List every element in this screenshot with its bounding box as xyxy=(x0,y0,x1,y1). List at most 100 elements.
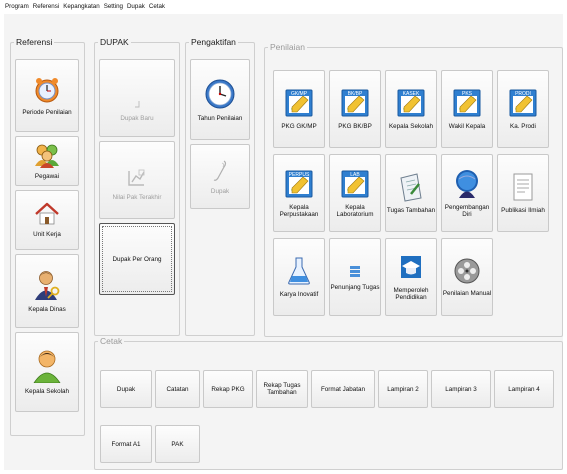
pegawai-button[interactable]: Pegawai xyxy=(15,136,79,186)
unit-kerja-label: Unit Kerja xyxy=(33,231,61,238)
menu-setting[interactable]: Setting xyxy=(104,3,123,10)
nilai-pak-terakhir-button[interactable]: Nilai Pak Terakhir xyxy=(99,141,175,219)
document-icon xyxy=(511,172,535,202)
cetak-dupak-label: Dupak xyxy=(116,385,136,393)
publikasi-ilmiah-label: Publikasi Ilmiah xyxy=(501,207,545,214)
penilaian-manual-label: Penilaian Manual xyxy=(442,290,492,297)
cetak-format-a1-button[interactable]: Format A1 xyxy=(100,425,152,463)
businessman-key-icon xyxy=(33,269,61,301)
dupak-baru-button[interactable]: Dupak Baru xyxy=(99,59,175,137)
kepala-perpustakaan-button[interactable]: PERPUS Kepala Perpustakaan xyxy=(273,154,325,232)
kepala-sekolah-button[interactable]: KASEK Kepala Sekolah xyxy=(385,70,437,148)
cetak-lampiran-4-button[interactable]: Lampiran 4 xyxy=(494,370,554,408)
menu-program[interactable]: Program xyxy=(5,3,29,10)
dupak-title: DUPAK xyxy=(100,37,129,47)
alarm-clock-icon xyxy=(34,76,60,104)
svg-text:PKS: PKS xyxy=(462,91,473,97)
memperoleh-pendidikan-label: Memperoleh Pendidikan xyxy=(393,286,429,301)
kepala-sekolah-ref-button[interactable]: Kepala Sekolah xyxy=(15,332,79,412)
ka-prodi-label: Ka. Prodi xyxy=(510,123,536,130)
cetak-format-jabatan-label: Format Jabatan xyxy=(320,385,366,393)
people-group-icon xyxy=(33,142,61,168)
cetak-lampiran-4-label: Lampiran 4 xyxy=(508,385,540,393)
pencil-icon xyxy=(211,159,229,183)
memperoleh-pendidikan-button[interactable]: Memperoleh Pendidikan xyxy=(385,238,437,316)
cetak-lampiran-3-button[interactable]: Lampiran 3 xyxy=(431,370,491,408)
karya-inovatif-button[interactable]: Karya Inovatif xyxy=(273,238,325,316)
kepala-perpustakaan-label: Kepala Perpustakaan xyxy=(279,203,319,218)
pengembangan-diri-button[interactable]: Pengembangan Diri xyxy=(441,154,493,232)
menu-bar: Program Referensi Kepangkatan Setting Du… xyxy=(0,0,567,12)
document-edit-icon xyxy=(397,172,425,202)
referensi-title: Referensi xyxy=(16,37,53,47)
periode-penilaian-label: Periode Penilaian xyxy=(22,108,72,116)
cetak-catatan-button[interactable]: Catatan xyxy=(155,370,200,408)
pkg-bk-bp-button[interactable]: BK/BP PKG BK/BP xyxy=(329,70,381,148)
pengembangan-diri-label: Pengembangan Diri xyxy=(444,203,490,218)
svg-text:GK/MP: GK/MP xyxy=(291,91,308,97)
dupak-aktif-button[interactable]: Dupak xyxy=(190,144,250,209)
house-icon xyxy=(34,202,60,226)
flask-icon xyxy=(287,256,311,286)
svg-text:LAB: LAB xyxy=(350,172,360,178)
kepala-sekolah-label: Kepala Sekolah xyxy=(388,123,434,130)
penilaian-manual-button[interactable]: Penilaian Manual xyxy=(441,238,493,316)
certificate-icon: BK/BP xyxy=(340,88,370,118)
cetak-format-a1-label: Format A1 xyxy=(111,440,141,448)
certificate-icon: GK/MP xyxy=(284,88,314,118)
user-green-icon xyxy=(32,349,62,383)
pegawai-label: Pegawai xyxy=(34,173,60,180)
person-globe-icon xyxy=(453,169,481,199)
kepala-dinas-label: Kepala Dinas xyxy=(28,306,66,313)
dupak-per-orang-label: Dupak Per Orang xyxy=(112,255,162,263)
cetak-lampiran-2-button[interactable]: Lampiran 2 xyxy=(378,370,428,408)
certificate-icon: PKS xyxy=(452,88,482,118)
new-document-icon xyxy=(132,100,142,110)
menu-kepangkatan[interactable]: Kepangkatan xyxy=(63,3,99,10)
graduation-cap-icon xyxy=(398,254,424,282)
cetak-lampiran-3-label: Lampiran 3 xyxy=(445,385,477,393)
cetak-catatan-label: Catatan xyxy=(166,385,189,393)
dupak-aktif-label: Dupak xyxy=(210,187,230,195)
cetak-rekap-pkg-button[interactable]: Rekap PKG xyxy=(203,370,253,408)
kepala-laboratorium-button[interactable]: LAB Kepala Laboratorium xyxy=(329,154,381,232)
publikasi-ilmiah-button[interactable]: Publikasi Ilmiah xyxy=(497,154,549,232)
tahun-penilaian-button[interactable]: Tahun Penilaian xyxy=(190,59,250,140)
penunjang-tugas-label: Penunjang Tugas xyxy=(330,284,380,291)
ruler-icon xyxy=(126,167,148,189)
penilaian-title: Penilaian xyxy=(270,42,305,52)
svg-text:BK/BP: BK/BP xyxy=(348,91,363,97)
periode-penilaian-button[interactable]: Periode Penilaian xyxy=(15,59,79,132)
tugas-tambahan-button[interactable]: Tugas Tambahan xyxy=(385,154,437,232)
pengaktifan-title: Pengaktifan xyxy=(191,37,236,47)
menu-cetak[interactable]: Cetak xyxy=(149,3,165,10)
penunjang-tugas-button[interactable]: Penunjang Tugas xyxy=(329,238,381,316)
pkg-gk-mp-button[interactable]: GK/MP PKG GK/MP xyxy=(273,70,325,148)
ka-prodi-button[interactable]: PRODI Ka. Prodi xyxy=(497,70,549,148)
cetak-rekap-tugas-tambahan-button[interactable]: Rekap Tugas Tambahan xyxy=(256,370,308,408)
cetak-title: Cetak xyxy=(100,336,123,346)
tugas-tambahan-label: Tugas Tambahan xyxy=(386,207,436,214)
nilai-pak-terakhir-label: Nilai Pak Terakhir xyxy=(112,194,162,201)
wakil-kepala-button[interactable]: PKS Wakil Kepala xyxy=(441,70,493,148)
menu-referensi[interactable]: Referensi xyxy=(33,3,59,10)
kepala-sekolah-ref-label: Kepala Sekolah xyxy=(24,388,70,395)
dupak-per-orang-button[interactable]: Dupak Per Orang xyxy=(99,223,175,295)
main-window: Referensi Periode Penilaian Pegawai Unit… xyxy=(4,14,563,470)
wakil-kepala-label: Wakil Kepala xyxy=(448,123,486,130)
pkg-bk-bp-label: PKG BK/BP xyxy=(338,123,372,130)
cetak-format-jabatan-button[interactable]: Format Jabatan xyxy=(311,370,375,408)
kepala-dinas-button[interactable]: Kepala Dinas xyxy=(15,254,79,328)
cetak-lampiran-2-label: Lampiran 2 xyxy=(387,385,419,393)
menu-dupak[interactable]: Dupak xyxy=(127,3,145,10)
stack-icon xyxy=(347,263,363,279)
cetak-pak-button[interactable]: PAK xyxy=(155,425,200,463)
certificate-icon: LAB xyxy=(340,169,370,199)
certificate-icon: PERPUS xyxy=(284,169,314,199)
kepala-laboratorium-label: Kepala Laboratorium xyxy=(336,203,374,218)
cetak-dupak-button[interactable]: Dupak xyxy=(100,370,152,408)
certificate-icon: PRODI xyxy=(508,88,538,118)
cetak-rekap-pkg-label: Rekap PKG xyxy=(211,385,245,393)
dupak-baru-label: Dupak Baru xyxy=(120,115,154,122)
unit-kerja-button[interactable]: Unit Kerja xyxy=(15,190,79,250)
